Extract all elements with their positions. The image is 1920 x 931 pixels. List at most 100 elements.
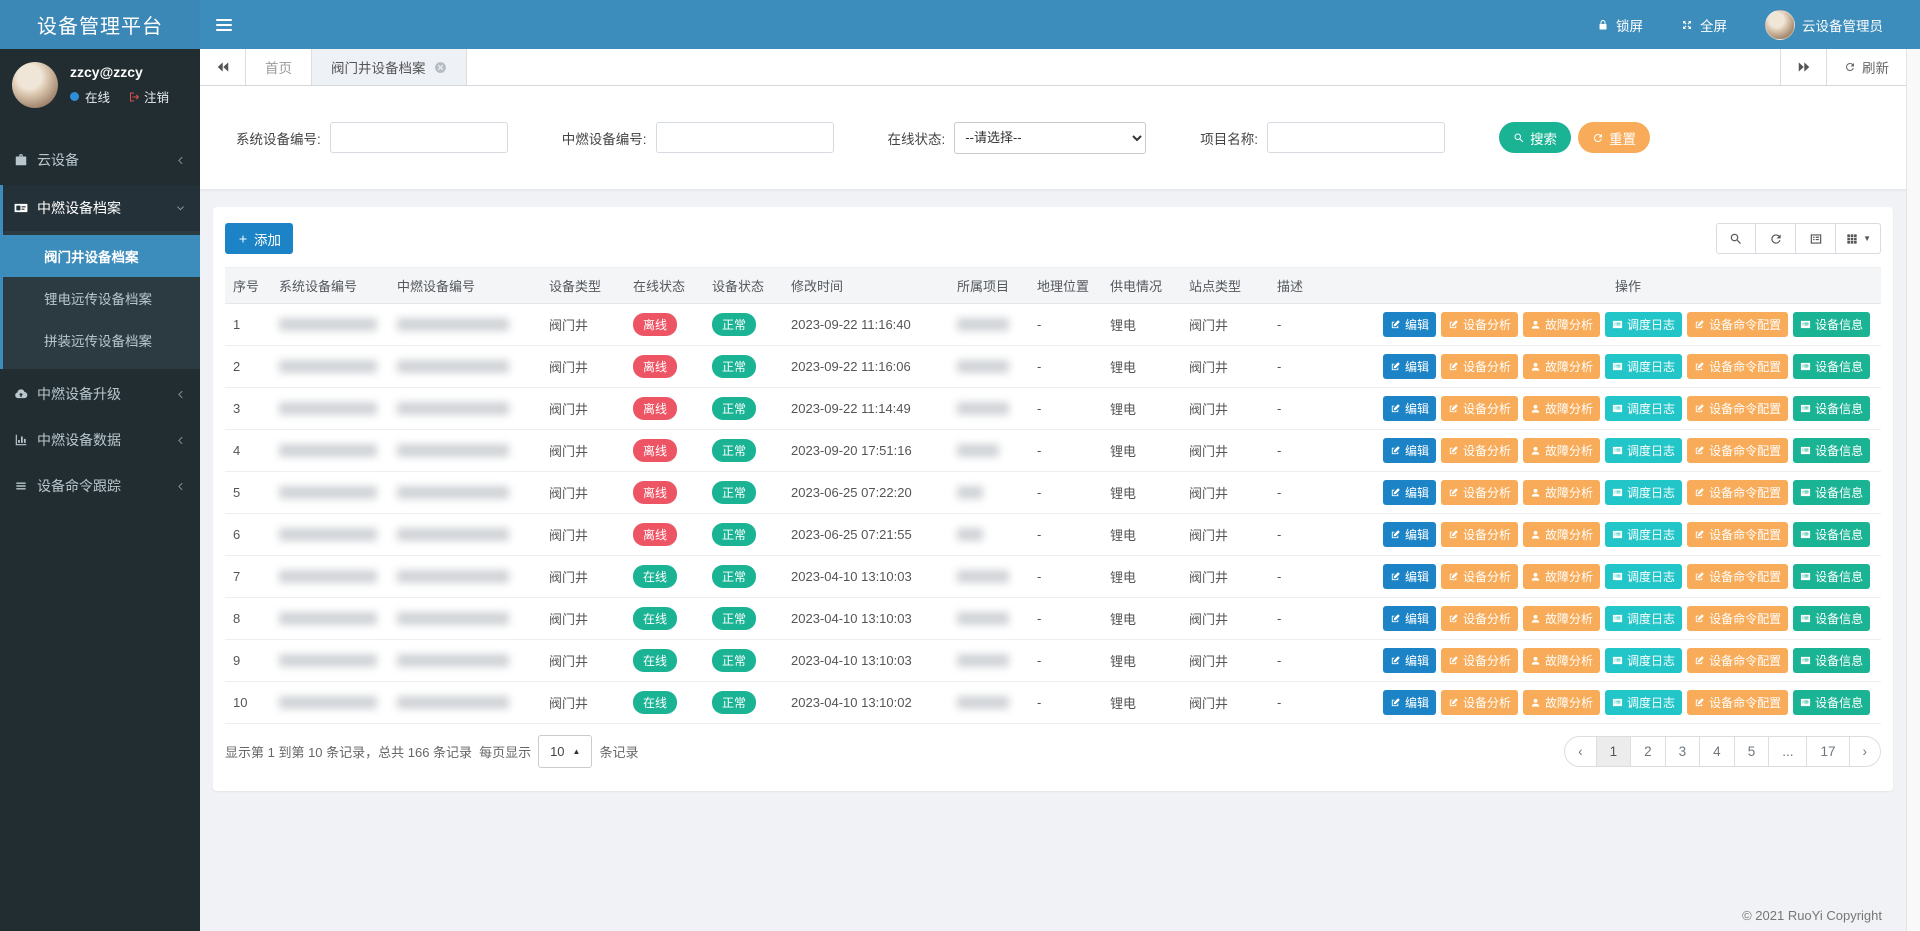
action-button-dispatch-log[interactable]: 调度日志 xyxy=(1605,354,1682,379)
page-size-dropdown[interactable]: 10 ▲ xyxy=(538,735,592,768)
sidebar-item-zr-device-data[interactable]: 中燃设备数据 xyxy=(0,417,200,463)
action-button-dispatch-log[interactable]: 调度日志 xyxy=(1605,312,1682,337)
action-button-dispatch-log[interactable]: 调度日志 xyxy=(1605,564,1682,589)
action-button-device-info[interactable]: 设备信息 xyxy=(1793,312,1870,337)
vertical-scrollbar[interactable] xyxy=(1906,49,1920,931)
action-button-edit[interactable]: 编辑 xyxy=(1383,354,1436,379)
action-button-device-info[interactable]: 设备信息 xyxy=(1793,354,1870,379)
sidebar-item-device-command-trace[interactable]: 设备命令跟踪 xyxy=(0,463,200,509)
action-button-edit[interactable]: 编辑 xyxy=(1383,564,1436,589)
action-button-device-command-config[interactable]: 设备命令配置 xyxy=(1687,606,1788,631)
action-button-device-command-config[interactable]: 设备命令配置 xyxy=(1687,648,1788,673)
table-columns-button[interactable]: ▼ xyxy=(1836,223,1881,254)
sidebar-item-lithium-remote-archive[interactable]: 锂电远传设备档案 xyxy=(3,277,200,319)
action-button-edit[interactable]: 编辑 xyxy=(1383,396,1436,421)
tab-refresh-button[interactable]: 刷新 xyxy=(1826,49,1906,85)
project-name-input[interactable] xyxy=(1267,122,1445,153)
action-button-device-command-config[interactable]: 设备命令配置 xyxy=(1687,690,1788,715)
tab-home[interactable]: 首页 xyxy=(246,49,312,85)
action-button-edit[interactable]: 编辑 xyxy=(1383,480,1436,505)
action-button-edit[interactable]: 编辑 xyxy=(1383,648,1436,673)
table-refresh-button[interactable] xyxy=(1756,223,1796,254)
zr-device-no-input[interactable] xyxy=(656,122,834,153)
action-button-fault-analysis[interactable]: 故障分析 xyxy=(1523,438,1600,463)
action-button-dispatch-log[interactable]: 调度日志 xyxy=(1605,648,1682,673)
action-button-device-analysis[interactable]: 设备分析 xyxy=(1441,480,1518,505)
action-button-device-analysis[interactable]: 设备分析 xyxy=(1441,396,1518,421)
action-button-dispatch-log[interactable]: 调度日志 xyxy=(1605,606,1682,631)
action-button-device-analysis[interactable]: 设备分析 xyxy=(1441,690,1518,715)
action-button-fault-analysis[interactable]: 故障分析 xyxy=(1523,312,1600,337)
action-button-device-info[interactable]: 设备信息 xyxy=(1793,690,1870,715)
action-button-device-analysis[interactable]: 设备分析 xyxy=(1441,522,1518,547)
sidebar-item-zr-device-archive[interactable]: 中燃设备档案 xyxy=(3,185,200,231)
action-button-dispatch-log[interactable]: 调度日志 xyxy=(1605,438,1682,463)
action-button-device-info[interactable]: 设备信息 xyxy=(1793,648,1870,673)
action-button-edit[interactable]: 编辑 xyxy=(1383,438,1436,463)
action-button-dispatch-log[interactable]: 调度日志 xyxy=(1605,480,1682,505)
action-button-device-info[interactable]: 设备信息 xyxy=(1793,480,1870,505)
action-button-dispatch-log[interactable]: 调度日志 xyxy=(1605,396,1682,421)
pagination-page-4[interactable]: 4 xyxy=(1700,736,1735,767)
action-button-fault-analysis[interactable]: 故障分析 xyxy=(1523,396,1600,421)
action-button-device-command-config[interactable]: 设备命令配置 xyxy=(1687,438,1788,463)
action-button-edit[interactable]: 编辑 xyxy=(1383,606,1436,631)
action-button-device-analysis[interactable]: 设备分析 xyxy=(1441,438,1518,463)
action-button-device-info[interactable]: 设备信息 xyxy=(1793,438,1870,463)
lock-screen-button[interactable]: 锁屏 xyxy=(1578,0,1662,49)
user-menu[interactable]: 云设备管理员 xyxy=(1746,0,1902,49)
search-button[interactable]: 搜索 xyxy=(1499,122,1571,153)
pagination-page-17[interactable]: 17 xyxy=(1807,736,1849,767)
fullscreen-button[interactable]: 全屏 xyxy=(1662,0,1746,49)
logout-link[interactable]: 注销 xyxy=(128,87,169,106)
tab-close-icon[interactable] xyxy=(434,61,447,74)
sidebar-item-cloud-devices[interactable]: 云设备 xyxy=(0,137,200,183)
action-button-device-command-config[interactable]: 设备命令配置 xyxy=(1687,564,1788,589)
action-button-device-analysis[interactable]: 设备分析 xyxy=(1441,606,1518,631)
sidebar-item-zr-device-upgrade[interactable]: 中燃设备升级 xyxy=(0,371,200,417)
pagination-page-5[interactable]: 5 xyxy=(1735,736,1770,767)
tab-valve-well-archive[interactable]: 阀门井设备档案 xyxy=(312,49,467,85)
action-button-device-command-config[interactable]: 设备命令配置 xyxy=(1687,480,1788,505)
action-button-fault-analysis[interactable]: 故障分析 xyxy=(1523,354,1600,379)
system-device-no-input[interactable] xyxy=(330,122,508,153)
online-status-select[interactable]: --请选择-- xyxy=(954,122,1146,154)
action-button-dispatch-log[interactable]: 调度日志 xyxy=(1605,690,1682,715)
action-button-device-command-config[interactable]: 设备命令配置 xyxy=(1687,396,1788,421)
sidebar-item-valve-well-archive[interactable]: 阀门井设备档案 xyxy=(3,235,200,277)
action-button-fault-analysis[interactable]: 故障分析 xyxy=(1523,480,1600,505)
pagination-prev[interactable]: ‹ xyxy=(1564,736,1597,767)
action-button-device-info[interactable]: 设备信息 xyxy=(1793,564,1870,589)
action-button-dispatch-log[interactable]: 调度日志 xyxy=(1605,522,1682,547)
pagination-page-3[interactable]: 3 xyxy=(1666,736,1701,767)
action-button-edit[interactable]: 编辑 xyxy=(1383,312,1436,337)
action-button-fault-analysis[interactable]: 故障分析 xyxy=(1523,606,1600,631)
pagination-page-2[interactable]: 2 xyxy=(1631,736,1666,767)
action-button-device-analysis[interactable]: 设备分析 xyxy=(1441,312,1518,337)
add-button[interactable]: 添加 xyxy=(225,223,293,254)
sidebar-toggle-button[interactable] xyxy=(200,0,248,49)
tabs-scroll-left-button[interactable] xyxy=(200,49,246,85)
action-button-edit[interactable]: 编辑 xyxy=(1383,690,1436,715)
action-button-device-command-config[interactable]: 设备命令配置 xyxy=(1687,354,1788,379)
action-button-edit[interactable]: 编辑 xyxy=(1383,522,1436,547)
table-detail-view-button[interactable] xyxy=(1796,223,1836,254)
action-button-device-analysis[interactable]: 设备分析 xyxy=(1441,354,1518,379)
sidebar-item-assembled-remote-archive[interactable]: 拼装远传设备档案 xyxy=(3,319,200,361)
action-button-device-command-config[interactable]: 设备命令配置 xyxy=(1687,522,1788,547)
action-button-fault-analysis[interactable]: 故障分析 xyxy=(1523,690,1600,715)
action-button-device-analysis[interactable]: 设备分析 xyxy=(1441,648,1518,673)
pagination-next[interactable]: › xyxy=(1850,736,1882,767)
reset-button[interactable]: 重置 xyxy=(1578,122,1650,153)
action-button-device-info[interactable]: 设备信息 xyxy=(1793,522,1870,547)
action-button-fault-analysis[interactable]: 故障分析 xyxy=(1523,522,1600,547)
action-button-device-info[interactable]: 设备信息 xyxy=(1793,606,1870,631)
action-button-fault-analysis[interactable]: 故障分析 xyxy=(1523,648,1600,673)
tabs-scroll-right-button[interactable] xyxy=(1780,49,1826,85)
pagination-page-1[interactable]: 1 xyxy=(1597,736,1632,767)
action-button-fault-analysis[interactable]: 故障分析 xyxy=(1523,564,1600,589)
table-search-toggle-button[interactable] xyxy=(1716,223,1756,254)
action-button-device-command-config[interactable]: 设备命令配置 xyxy=(1687,312,1788,337)
action-button-device-info[interactable]: 设备信息 xyxy=(1793,396,1870,421)
action-button-device-analysis[interactable]: 设备分析 xyxy=(1441,564,1518,589)
